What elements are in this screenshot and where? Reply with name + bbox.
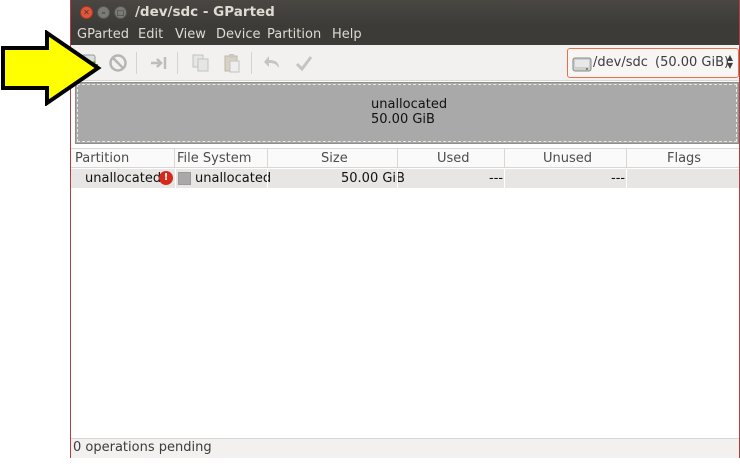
cell-unused: --- <box>611 171 626 186</box>
cell-used: --- <box>489 171 504 186</box>
error-icon: ! <box>159 171 173 185</box>
minimize-window-button[interactable]: – <box>97 6 110 19</box>
title-bar: ✕ – □ /dev/sdc - GParted <box>71 0 739 26</box>
column-divider <box>626 149 627 167</box>
device-name: /dev/sdc <box>593 55 648 70</box>
maximize-window-button[interactable]: □ <box>114 6 127 19</box>
minimize-icon: – <box>101 8 106 17</box>
gparted-window: ✕ – □ /dev/sdc - GParted GParted Edit Vi… <box>70 0 740 458</box>
disk-map[interactable]: unallocated 50.00 GiB <box>75 82 739 144</box>
toolbar-separator <box>136 52 137 74</box>
close-icon: ✕ <box>83 8 90 17</box>
menu-device[interactable]: Device <box>216 27 260 42</box>
undo-icon[interactable] <box>263 53 283 73</box>
cell-divider <box>626 169 627 188</box>
column-divider <box>397 149 398 167</box>
toolbar-separator <box>177 52 178 74</box>
cell-divider <box>504 169 505 188</box>
resize-move-icon[interactable] <box>149 53 169 73</box>
column-divider <box>267 149 268 167</box>
menu-bar: GParted Edit View Device Partition Help <box>71 26 739 45</box>
chevron-updown-icon: ▲ ▼ <box>726 53 733 70</box>
table-row[interactable]: unallocated ! unallocated 50.00 GiB --- … <box>71 169 739 188</box>
cell-divider <box>397 169 398 188</box>
column-divider <box>174 149 175 167</box>
delete-icon[interactable] <box>108 53 128 73</box>
disk-map-size: 50.00 GiB <box>371 112 435 127</box>
menu-help[interactable]: Help <box>332 27 362 42</box>
status-bar: 0 operations pending <box>71 438 739 458</box>
cell-size: 50.00 GiB <box>341 171 405 186</box>
status-text: 0 operations pending <box>73 440 212 455</box>
paste-icon[interactable] <box>222 53 242 73</box>
menu-view[interactable]: View <box>175 27 206 42</box>
close-window-button[interactable]: ✕ <box>80 6 93 19</box>
cell-divider <box>267 169 268 188</box>
menu-partition[interactable]: Partition <box>267 27 321 42</box>
disk-map-label: unallocated <box>371 97 448 112</box>
cell-divider <box>175 169 176 188</box>
toolbar: /dev/sdc (50.00 GiB) ▲ ▼ <box>71 45 739 81</box>
maximize-icon: □ <box>116 8 125 17</box>
harddisk-icon <box>572 57 592 72</box>
toolbar-separator <box>251 52 252 74</box>
copy-icon[interactable] <box>191 53 211 73</box>
menu-edit[interactable]: Edit <box>138 27 163 42</box>
column-file-system[interactable]: File System <box>177 151 251 166</box>
column-used[interactable]: Used <box>437 151 470 166</box>
table-header: Partition File System Size Used Unused F… <box>71 148 739 168</box>
column-size[interactable]: Size <box>321 151 348 166</box>
device-selector[interactable]: /dev/sdc (50.00 GiB) ▲ ▼ <box>567 48 739 78</box>
filesystem-color-swatch <box>178 172 191 185</box>
apply-icon[interactable] <box>294 53 314 73</box>
column-divider <box>504 149 505 167</box>
column-unused[interactable]: Unused <box>543 151 592 166</box>
highlight-arrow-icon <box>1 30 102 106</box>
device-size: (50.00 GiB) <box>655 55 730 70</box>
column-partition[interactable]: Partition <box>75 151 129 166</box>
window-title: /dev/sdc - GParted <box>135 4 275 20</box>
cell-partition: unallocated <box>85 171 162 186</box>
cell-filesystem: unallocated <box>195 171 272 186</box>
column-flags[interactable]: Flags <box>667 151 701 166</box>
